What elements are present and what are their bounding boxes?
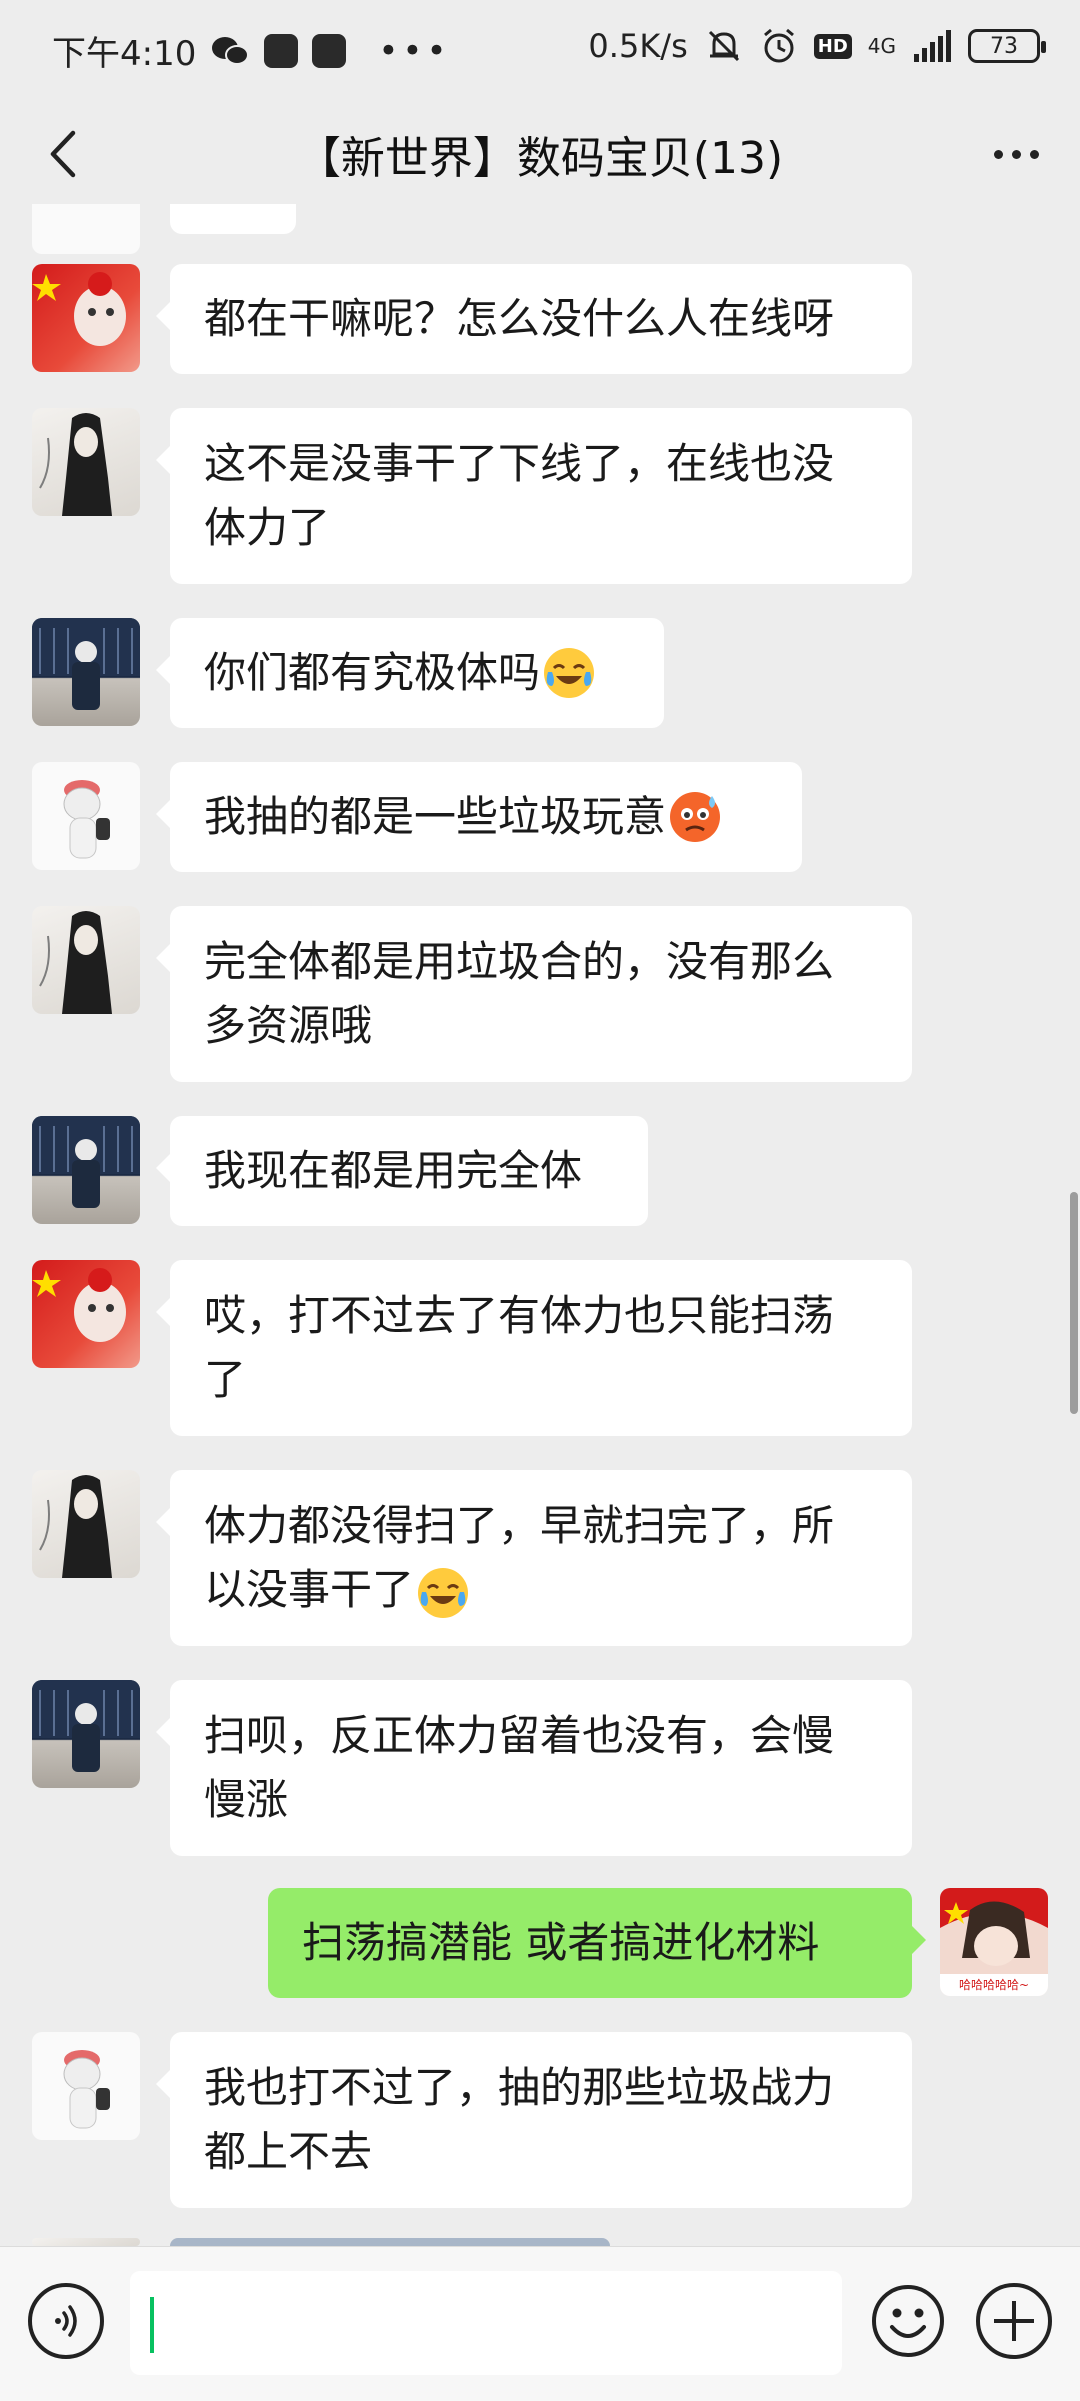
input-bar <box>0 2246 1080 2401</box>
avatar[interactable] <box>32 2238 140 2246</box>
message-text: 都在干嘛呢？怎么没什么人在线呀 <box>204 294 835 343</box>
avatar-sketch-girl[interactable] <box>32 408 140 516</box>
text-caret <box>150 2297 154 2353</box>
message-text: 我现在都是用完全体 <box>204 1146 583 1195</box>
message-bubble-partial <box>170 204 296 234</box>
emoji-button[interactable] <box>870 2283 946 2359</box>
sketch-girl-avatar-art <box>39 1475 112 1578</box>
cat-avatar-art <box>63 2050 110 2129</box>
message-text: 扫呗，反正体力留着也没有，会慢 慢涨 <box>204 1711 835 1824</box>
red-flag-avatar-art <box>32 1268 126 1342</box>
sketch-girl-avatar-art <box>39 911 112 1014</box>
message-text: 完全体都是用垃圾合的，没有那么 多资源哦 <box>204 937 835 1050</box>
red-flag-avatar-art <box>32 272 126 346</box>
avatar[interactable] <box>32 204 140 254</box>
avatar-blue-photo[interactable] <box>32 618 140 726</box>
blue-photo-avatar-art <box>32 618 140 710</box>
cold-sweat-emoji <box>670 792 721 842</box>
more-dots-icon <box>993 149 1003 159</box>
message-bubble[interactable]: 完全体都是用垃圾合的，没有那么 多资源哦 <box>156 906 912 1082</box>
network-type: 4G <box>867 34 896 58</box>
message-text: 这不是没事干了下线了，在线也没 体力了 <box>204 439 835 552</box>
avatar-self[interactable]: 哈哈哈哈哈~ <box>940 1888 1048 1996</box>
battery-indicator: 73 <box>968 29 1046 63</box>
status-right: 0.5K/s HD 4G 73 <box>588 26 1046 66</box>
avatar-caption: 哈哈哈哈哈~ <box>958 1978 1030 1992</box>
message-text: 我抽的都是一些垃圾玩意 <box>204 792 667 841</box>
message-bubble[interactable]: 我现在都是用完全体 <box>156 1116 648 1226</box>
avatar-cat[interactable] <box>32 2032 140 2140</box>
message-bubble[interactable]: 都在干嘛呢？怎么没什么人在线呀 <box>156 264 912 374</box>
crying-laughing-emoji <box>418 1567 469 1618</box>
more-notifications-icon: ••• <box>378 30 451 71</box>
avatar-blue-photo[interactable] <box>32 1680 140 1788</box>
message-text: 体力都没得扫了，早就扫完了，所 以没事干了 <box>204 1494 834 1622</box>
avatar-blue-photo[interactable] <box>32 1116 140 1224</box>
blue-photo-avatar-art <box>32 1680 140 1772</box>
mute-bell-icon <box>708 30 739 62</box>
message-text: 你们都有究极体吗 <box>204 648 541 697</box>
scrollbar[interactable] <box>1070 1192 1078 1414</box>
avatar-sketch-girl[interactable] <box>32 1470 140 1578</box>
crying-laughing-emoji <box>544 648 595 698</box>
message-text: 我也打不过了，抽的那些垃圾战力 都上不去 <box>204 2063 835 2176</box>
message-bubble[interactable]: 哎，打不过去了有体力也只能扫荡了 <box>156 1260 912 1436</box>
message-bubble[interactable]: 你们都有究极体吗 <box>156 618 664 728</box>
message-bubble[interactable]: 扫呗，反正体力留着也没有，会慢 慢涨 <box>156 1680 912 1856</box>
avatar-sketch-girl[interactable] <box>32 906 140 1014</box>
cat-avatar-art <box>63 780 110 859</box>
message-bubble[interactable]: 体力都没得扫了，早就扫完了，所 以没事干了 <box>156 1470 912 1646</box>
message-text: 哎，打不过去了有体力也只能扫荡了 <box>204 1291 835 1404</box>
hd-badge: HD <box>813 33 852 59</box>
status-bar: 下午4:10 ••• 0.5K/s HD 4G 73 <box>0 0 1080 104</box>
message-bubble[interactable]: 我也打不过了，抽的那些垃圾战力 都上不去 <box>156 2032 912 2208</box>
alarm-icon <box>763 28 794 63</box>
network-speed: 0.5K/s <box>588 27 688 65</box>
chat-header: 【新世界】数码宝贝(13) <box>0 104 1080 204</box>
image-message-partial[interactable] <box>170 2238 610 2246</box>
message-bubble[interactable]: 我抽的都是一些垃圾玩意 <box>156 762 802 872</box>
message-list[interactable]: 都在干嘛呢？怎么没什么人在线呀 这不是没事干了下线了，在线也没 体力了 你们都有究… <box>0 204 1080 2246</box>
avatar-red-flag[interactable] <box>32 1260 140 1368</box>
plus-button[interactable] <box>976 2283 1052 2359</box>
avatar-cat[interactable] <box>32 762 140 870</box>
page-title: 【新世界】数码宝贝(13) <box>296 133 784 184</box>
sketch-girl-avatar-art <box>39 413 112 516</box>
voice-icon <box>55 2305 77 2337</box>
signal-icon <box>914 30 951 62</box>
status-time: 下午4:10 <box>52 34 197 74</box>
message-text: 扫荡搞潜能 或者搞进化材料 <box>302 1918 820 1967</box>
message-bubble[interactable]: 这不是没事干了下线了，在线也没 体力了 <box>156 408 912 584</box>
avatar-red-flag[interactable] <box>32 264 140 372</box>
my-message-bubble[interactable]: 扫荡搞潜能 或者搞进化材料 <box>268 1888 926 1998</box>
more-button[interactable] <box>980 122 1052 186</box>
message-input[interactable] <box>130 2271 842 2375</box>
emoji-icon <box>872 2285 944 2357</box>
wechat-icon <box>212 36 250 65</box>
notification-icon-2 <box>312 33 347 68</box>
notification-icon-1 <box>264 33 299 68</box>
status-left: 下午4:10 ••• <box>52 26 451 75</box>
blue-photo-avatar-art <box>32 1116 140 1208</box>
voice-button[interactable] <box>28 2283 104 2359</box>
